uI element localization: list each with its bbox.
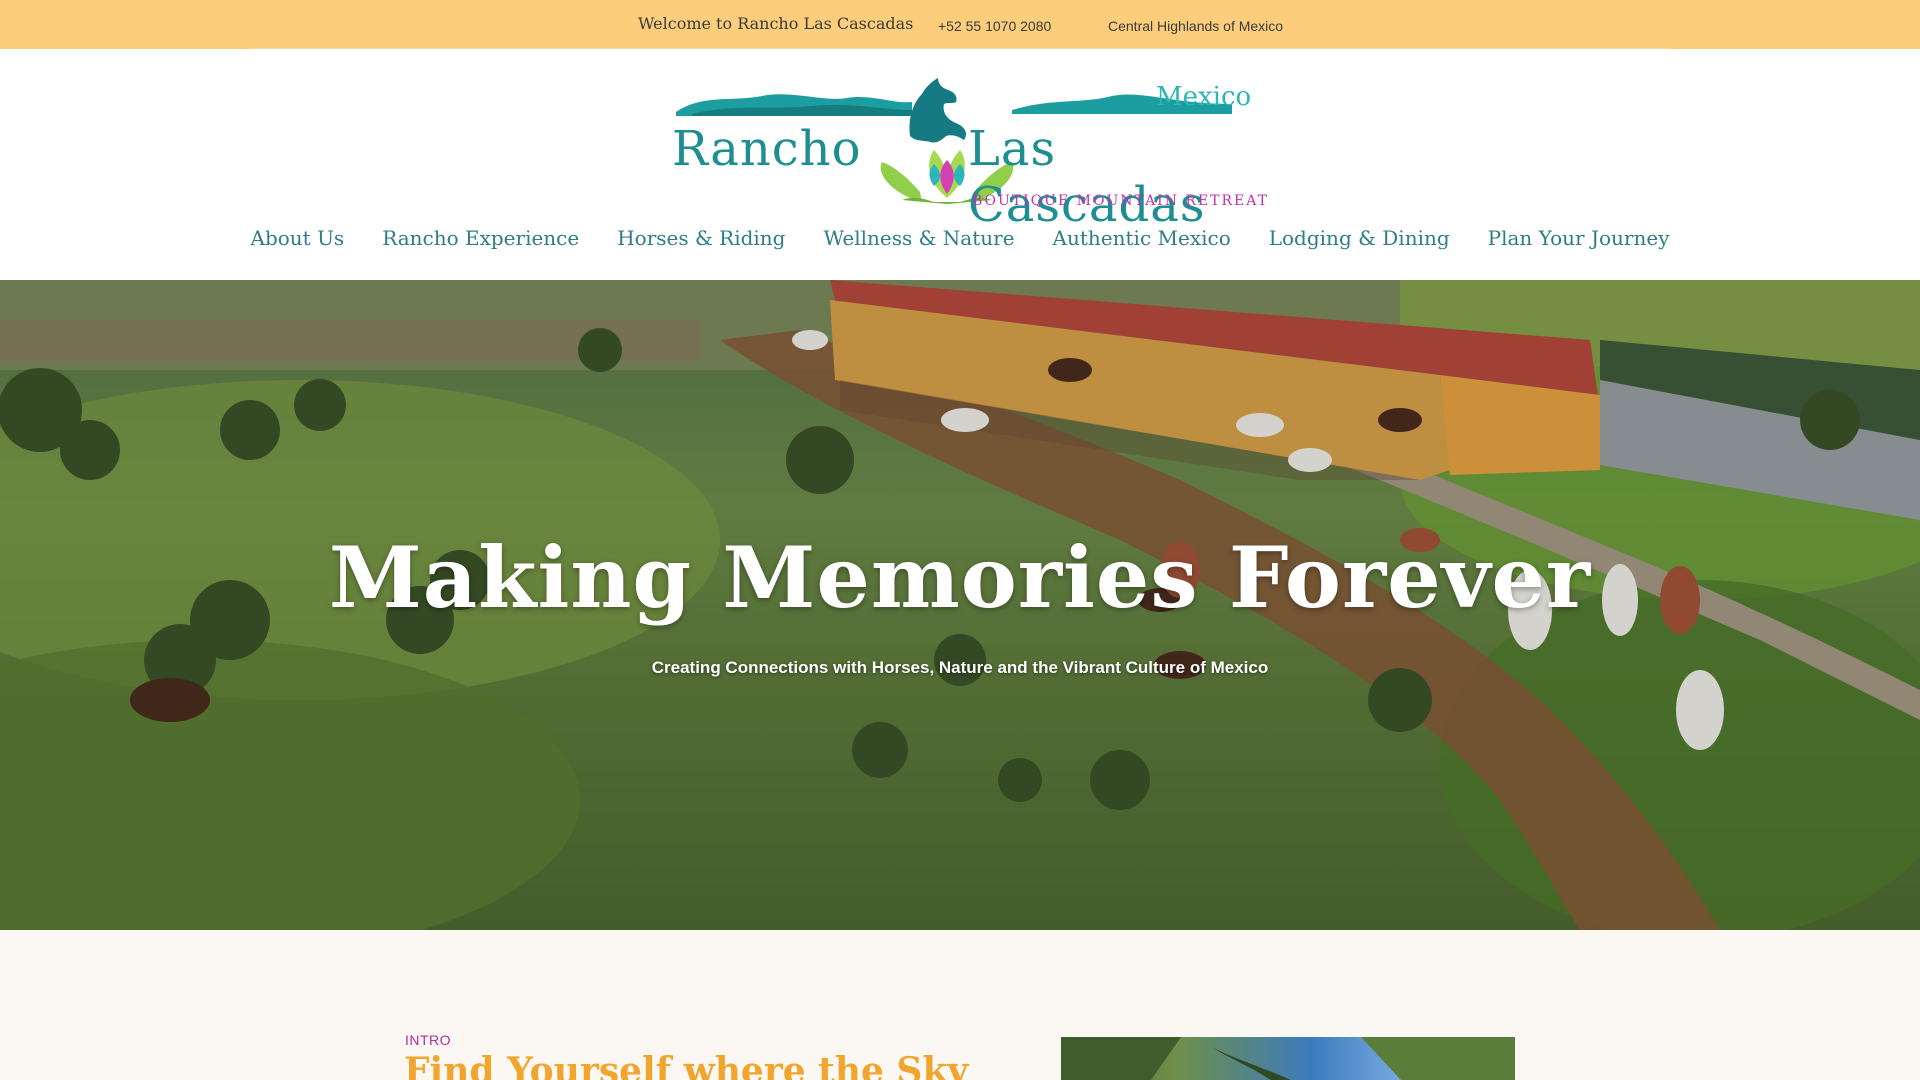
palm-leaves-image	[1061, 1037, 1515, 1080]
intro-title: Find Yourself where the Sky	[404, 1050, 969, 1080]
nav-item-about-us[interactable]: About Us	[232, 224, 364, 252]
nav-item-horses-riding[interactable]: Horses & Riding	[598, 224, 804, 252]
site-header: Rancho Las Cascadas Mexico Boutique Moun…	[0, 49, 1920, 280]
logo-country: Mexico	[1156, 82, 1252, 112]
nav-item-lodging-dining[interactable]: Lodging & Dining	[1250, 224, 1469, 252]
nav-item-rancho-experience[interactable]: Rancho Experience	[363, 224, 598, 252]
hero-title: Making Memories Forever	[328, 528, 1592, 627]
nav-item-plan-your-journey[interactable]: Plan Your Journey	[1469, 224, 1689, 252]
nav-item-authentic-mexico[interactable]: Authentic Mexico	[1034, 224, 1250, 252]
region-text: Central Highlands of Mexico	[1108, 18, 1284, 34]
top-info-bar: Welcome to Rancho Las Cascadas +52 55 10…	[0, 0, 1920, 49]
main-navigation: About Us Rancho Experience Horses & Ridi…	[0, 224, 1920, 252]
hero-subtitle: Creating Connections with Horses, Nature…	[651, 658, 1269, 677]
hero-banner: Making Memories Forever Creating Connect…	[0, 280, 1920, 930]
site-logo[interactable]: Rancho Las Cascadas Mexico Boutique Moun…	[672, 74, 1267, 233]
intro-palm-image	[1061, 1037, 1515, 1080]
intro-label: INTRO	[405, 1032, 452, 1048]
nav-item-wellness-nature[interactable]: Wellness & Nature	[804, 224, 1033, 252]
welcome-text: Welcome to Rancho Las Cascadas	[638, 14, 914, 33]
logo-tagline: Boutique Mountain Retreat	[972, 193, 1269, 209]
logo-word-cascadas: Las Cascadas	[968, 121, 1206, 233]
logo-word-rancho: Rancho	[672, 121, 862, 177]
phone-number[interactable]: +52 55 1070 2080	[938, 18, 1051, 34]
